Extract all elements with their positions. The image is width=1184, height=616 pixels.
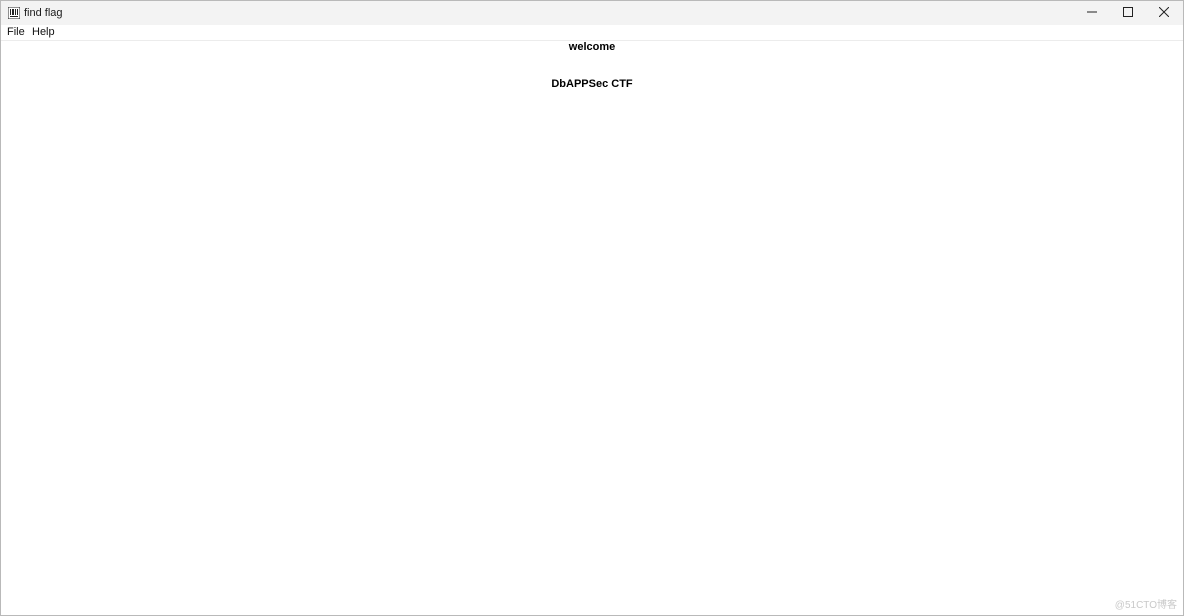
- minimize-icon: [1087, 4, 1097, 22]
- window-title: find flag: [24, 7, 63, 19]
- menu-help[interactable]: Help: [32, 26, 55, 39]
- barcode-app-icon: [7, 6, 21, 20]
- app-window: find flag File Help welcome DbAPPSec CTF…: [0, 0, 1184, 616]
- close-button[interactable]: [1146, 1, 1182, 25]
- close-icon: [1158, 4, 1170, 22]
- watermark-text: @51CTO博客: [1114, 600, 1177, 611]
- menu-bar: File Help: [1, 25, 1183, 41]
- welcome-text: welcome: [568, 41, 616, 53]
- maximize-icon: [1123, 4, 1133, 22]
- ctf-title-text: DbAPPSec CTF: [551, 78, 633, 90]
- title-bar[interactable]: find flag: [1, 1, 1183, 25]
- maximize-button[interactable]: [1110, 1, 1146, 25]
- minimize-button[interactable]: [1074, 1, 1110, 25]
- menu-file[interactable]: File: [7, 26, 25, 39]
- client-area: welcome DbAPPSec CTF: [1, 41, 1183, 615]
